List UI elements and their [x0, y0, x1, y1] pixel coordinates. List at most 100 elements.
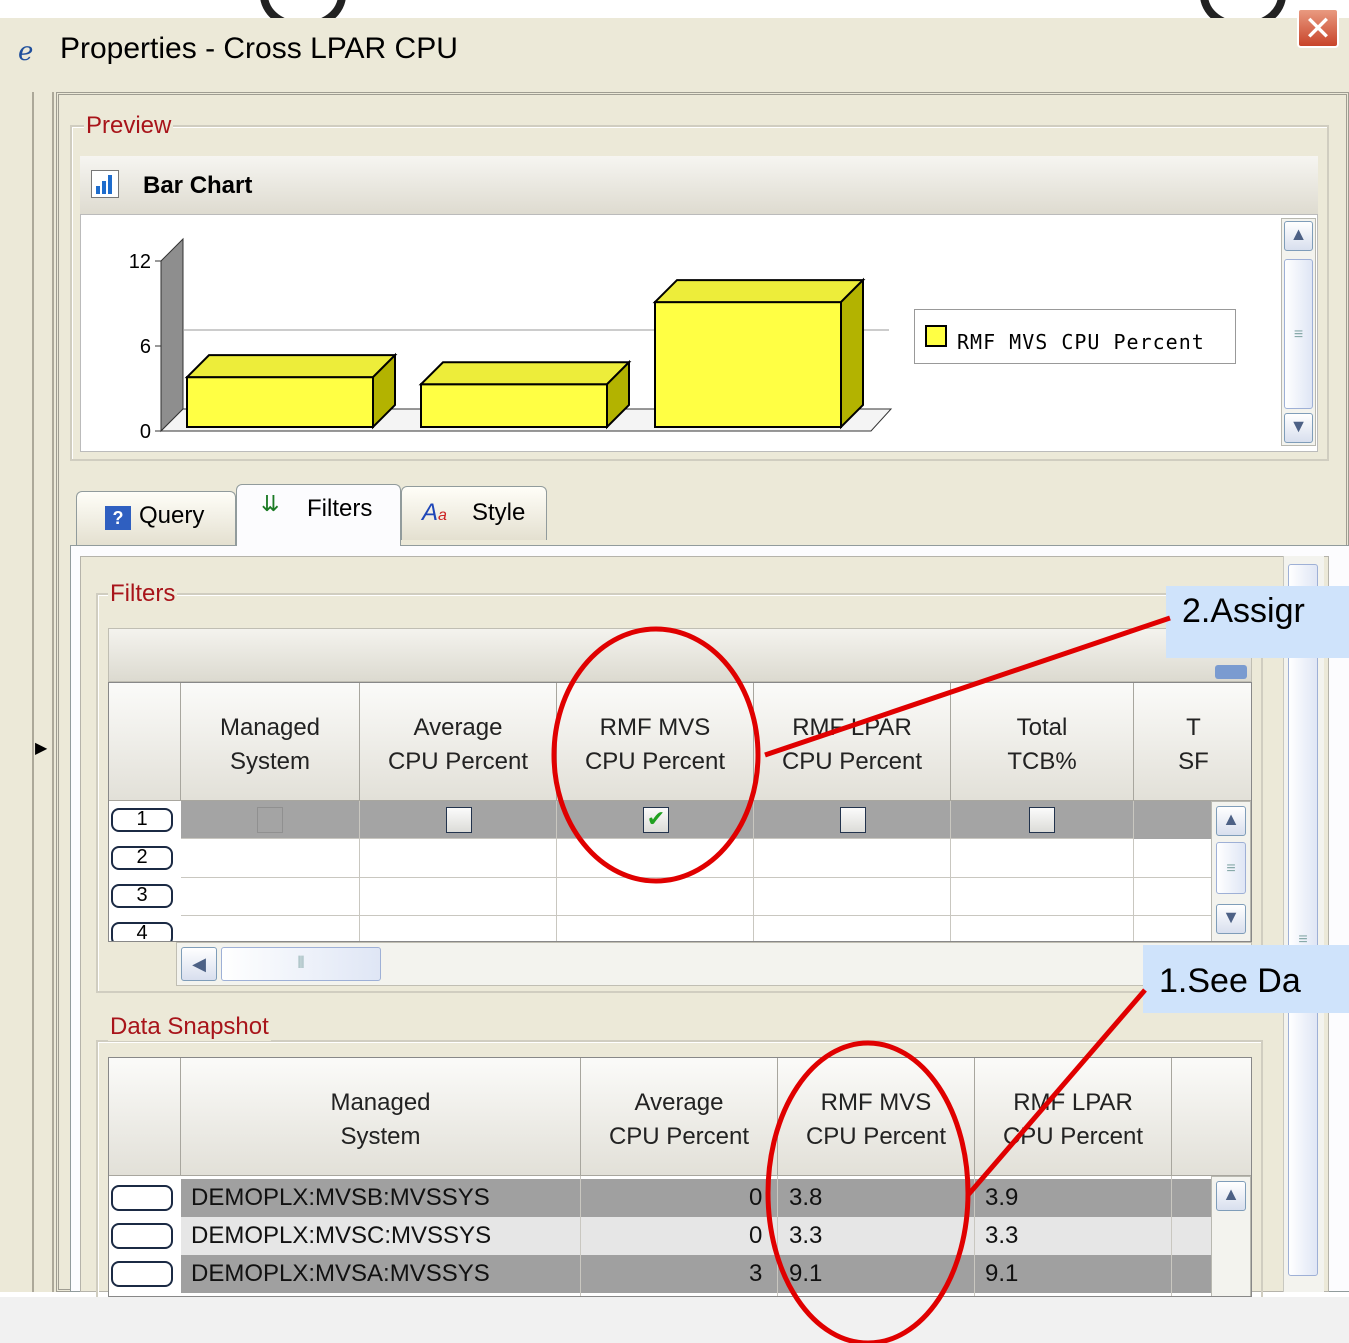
filters-toolbar: [108, 628, 1252, 682]
bar: [186, 376, 374, 429]
filters-col-rmf-lpar-cpu[interactable]: RMF LPAR CPU Percent: [754, 683, 951, 801]
tab-filters[interactable]: ⇊ Filters: [236, 484, 401, 546]
column-divider: [777, 1176, 778, 1296]
snapshot-col-rmf-mvs-cpu[interactable]: RMF MVS CPU Percent: [778, 1058, 975, 1176]
scroll-thumb[interactable]: ⦀: [221, 947, 381, 981]
filters-label: Filters: [108, 580, 178, 608]
snapshot-row-header-2[interactable]: [111, 1223, 173, 1249]
window-titlebar: ℯ Properties - Cross LPAR CPU: [0, 18, 1349, 83]
close-button[interactable]: ✕: [1297, 8, 1339, 48]
tab-query-label: Query: [139, 502, 205, 529]
y-tick-label: 0: [140, 421, 151, 443]
scroll-left-icon[interactable]: ◀: [181, 947, 217, 981]
column-divider: [359, 839, 360, 941]
snapshot-system: DEMOPLX:MVSB:MVSSYS: [191, 1184, 490, 1211]
filters-row-4[interactable]: [181, 915, 1211, 941]
window-title: Properties - Cross LPAR CPU: [60, 32, 458, 65]
filters-icon: ⇊: [261, 491, 280, 516]
bar-top: [652, 279, 866, 304]
scroll-down-icon[interactable]: ▼: [1284, 413, 1313, 443]
filters-cell: [951, 801, 1134, 839]
scroll-up-icon[interactable]: ▲: [1284, 221, 1313, 251]
bar-chart-icon: [91, 170, 119, 198]
tab-query[interactable]: ? Query: [76, 491, 236, 545]
snapshot-row-header-1[interactable]: [111, 1185, 173, 1211]
tab-style-label: Style: [472, 499, 526, 526]
filter-tool-icon[interactable]: [1215, 665, 1247, 679]
filters-cell: ✔: [557, 801, 754, 839]
snapshot-mvs: 3.3: [789, 1222, 823, 1249]
column-divider: [1171, 1176, 1172, 1296]
filters-grid: Managed System Average CPU Percent RMF M…: [108, 682, 1252, 942]
style-icon: Aa: [422, 499, 447, 526]
chart-scrollbar[interactable]: ▲ ≡ ▼: [1281, 218, 1316, 446]
scroll-thumb[interactable]: ≡: [1216, 842, 1246, 894]
bar-top: [418, 361, 632, 386]
snapshot-vscroll[interactable]: ▲: [1211, 1176, 1251, 1296]
row-header-2[interactable]: 2: [111, 846, 173, 870]
snapshot-lpar: 3.3: [985, 1222, 1019, 1249]
preview-label: Preview: [84, 112, 174, 140]
splitter-bar[interactable]: [32, 92, 54, 1292]
column-divider: [556, 839, 557, 941]
chart-header-title: Bar Chart: [143, 172, 253, 199]
row-header-1[interactable]: 1: [111, 808, 173, 832]
column-divider: [580, 1176, 581, 1296]
scroll-up-icon[interactable]: ▲: [1216, 1181, 1246, 1211]
chart-side-wall: [160, 237, 184, 433]
snapshot-system: DEMOPLX:MVSC:MVSSYS: [191, 1222, 492, 1249]
snapshot-lpar: 3.9: [985, 1184, 1019, 1211]
checkbox-total-tcb[interactable]: [1029, 807, 1055, 833]
chart-header: [80, 156, 1318, 215]
callout-assign: 2.Assigr: [1166, 586, 1349, 658]
heading-fragment: [0, 0, 1349, 18]
snapshot-lpar: 9.1: [985, 1260, 1019, 1287]
filters-col-truncated[interactable]: T SF: [1134, 683, 1251, 801]
scroll-up-icon[interactable]: ▲: [1216, 806, 1246, 836]
y-tick-label: 6: [140, 336, 151, 358]
disabled-checkbox: [257, 807, 283, 833]
bar: [420, 383, 608, 428]
row-header-3[interactable]: 3: [111, 884, 173, 908]
checkbox-rmf-lpar-cpu[interactable]: [840, 807, 866, 833]
checkbox-average-cpu[interactable]: [446, 807, 472, 833]
filters-row-2[interactable]: [181, 839, 1211, 878]
filters-col-total-tcb[interactable]: Total TCB%: [951, 683, 1134, 801]
snapshot-avg: 0: [749, 1222, 763, 1249]
filters-col-managed-system[interactable]: Managed System: [181, 683, 360, 801]
bar-top: [184, 354, 398, 379]
filters-hscroll[interactable]: ◀ ⦀: [176, 942, 1252, 986]
bar-side: [840, 277, 864, 430]
filters-vscroll[interactable]: ▲ ≡ ▼: [1211, 801, 1251, 941]
column-divider: [950, 839, 951, 941]
filters-col-average-cpu[interactable]: Average CPU Percent: [360, 683, 557, 801]
snapshot-grid: Managed System Average CPU Percent RMF M…: [108, 1057, 1252, 1297]
snapshot-label: Data Snapshot: [108, 1013, 271, 1041]
snapshot-row-header-3[interactable]: [111, 1261, 173, 1287]
snapshot-corner: [109, 1058, 181, 1176]
panel-scrollbar[interactable]: ≡: [1283, 556, 1324, 1292]
snapshot-col-empty: [1172, 1058, 1251, 1176]
filters-col-rmf-mvs-cpu[interactable]: RMF MVS CPU Percent: [557, 683, 754, 801]
scroll-down-icon[interactable]: ▼: [1216, 904, 1246, 934]
snapshot-avg: 0: [749, 1184, 763, 1211]
column-divider: [753, 839, 754, 941]
column-divider: [1133, 839, 1134, 941]
y-tick-label: 12: [129, 251, 151, 273]
filters-row-3[interactable]: [181, 877, 1211, 916]
panel-scroll-thumb[interactable]: ≡: [1288, 564, 1318, 1276]
scroll-thumb[interactable]: ≡: [1284, 259, 1313, 409]
query-icon: ?: [105, 506, 131, 530]
snapshot-col-rmf-lpar-cpu[interactable]: RMF LPAR CPU Percent: [975, 1058, 1172, 1176]
filters-cell: [360, 801, 557, 839]
splitter-arrow-icon[interactable]: ▶: [35, 738, 47, 758]
legend-label: RMF MVS CPU Percent: [957, 330, 1205, 354]
snapshot-mvs: 3.8: [789, 1184, 823, 1211]
checkbox-rmf-mvs-cpu[interactable]: ✔: [643, 807, 669, 833]
filters-cell: [181, 801, 360, 839]
row-header-4[interactable]: 4: [111, 922, 173, 941]
snapshot-col-managed-system[interactable]: Managed System: [181, 1058, 581, 1176]
snapshot-col-average-cpu[interactable]: Average CPU Percent: [581, 1058, 778, 1176]
app-icon: ℯ: [18, 36, 34, 66]
tab-style[interactable]: Aa Style: [401, 486, 547, 540]
